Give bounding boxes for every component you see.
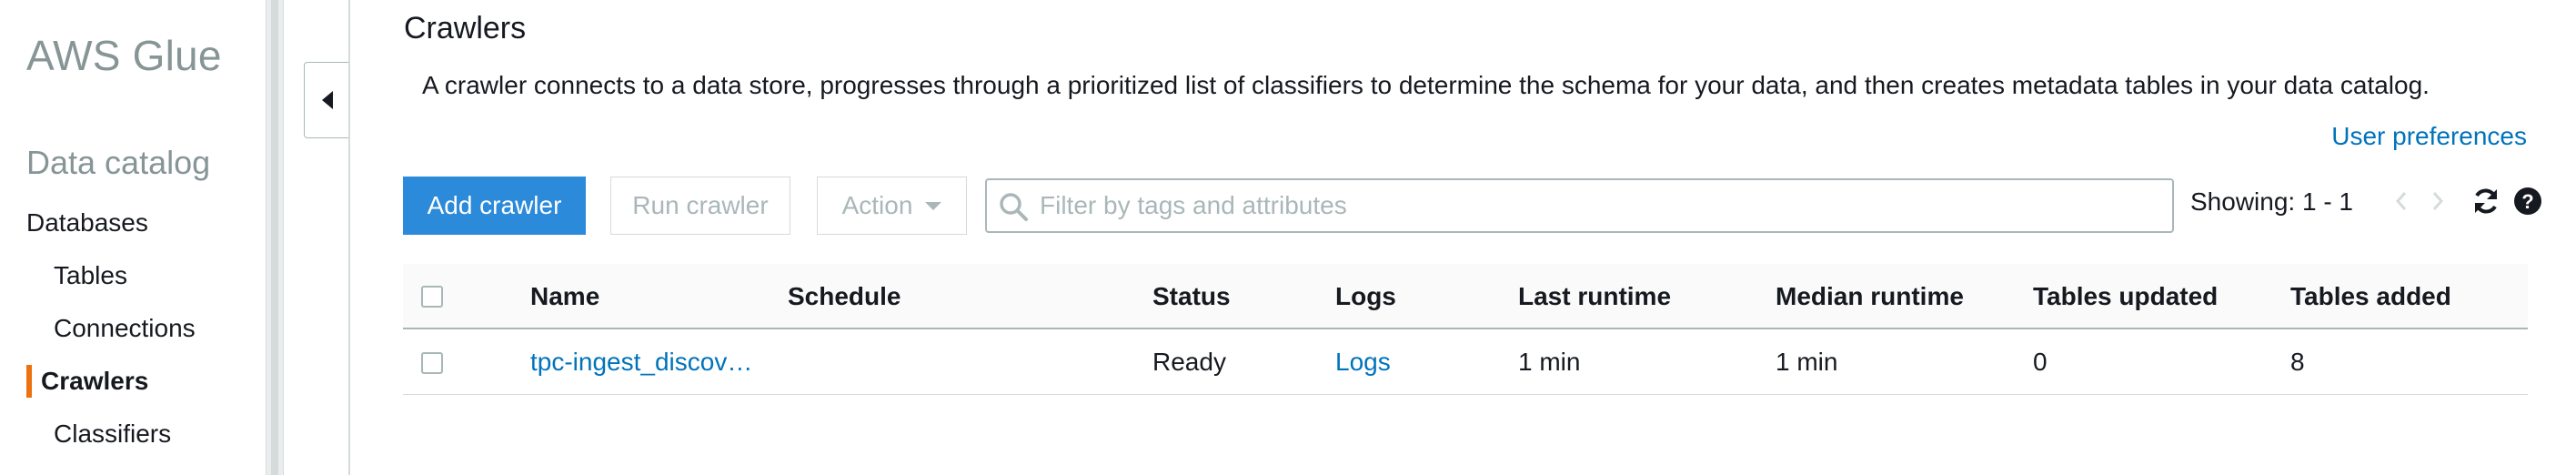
help-button[interactable]: ?: [2512, 186, 2543, 217]
select-all-checkbox[interactable]: [421, 286, 443, 308]
table-row[interactable]: tpc-ingest_discov… Ready Logs 1 min 1 mi…: [403, 331, 2528, 395]
column-header-tables-added[interactable]: Tables added: [2290, 282, 2451, 311]
app-title: AWS Glue: [26, 32, 222, 79]
search-input[interactable]: [1040, 180, 2158, 231]
cell-tables-updated: 0: [2033, 348, 2048, 376]
user-preferences-link[interactable]: User preferences: [2331, 122, 2527, 151]
active-indicator: [26, 365, 32, 398]
action-dropdown-label: Action: [841, 191, 913, 219]
help-icon: ?: [2514, 187, 2541, 215]
page-description: A crawler connects to a data store, prog…: [422, 71, 2430, 99]
sidebar-item-classifiers[interactable]: Classifiers: [54, 419, 171, 449]
column-header-logs[interactable]: Logs: [1335, 282, 1396, 311]
chevron-right-icon: [2432, 192, 2444, 210]
search-icon: [1000, 193, 1028, 221]
column-header-median-runtime[interactable]: Median runtime: [1776, 282, 1964, 311]
sidebar: AWS Glue Data catalog Databases Tables C…: [0, 0, 266, 475]
caret-down-icon: [925, 201, 942, 210]
chevron-left-icon: [321, 91, 333, 109]
logs-link[interactable]: Logs: [1335, 348, 1391, 377]
add-crawler-button[interactable]: Add crawler: [403, 177, 586, 235]
column-header-schedule[interactable]: Schedule: [788, 282, 901, 311]
previous-page-button[interactable]: [2394, 187, 2409, 222]
column-header-status[interactable]: Status: [1152, 282, 1231, 311]
sidebar-item-databases[interactable]: Databases: [26, 208, 148, 238]
svg-text:?: ?: [2521, 190, 2533, 213]
cell-last-runtime: 1 min: [1518, 348, 1581, 376]
collapse-sidebar-button[interactable]: [304, 62, 349, 138]
section-title-data-catalog: Data catalog: [26, 144, 211, 181]
table-header: Name Schedule Status Logs Last runtime M…: [403, 264, 2528, 329]
next-page-button[interactable]: [2430, 187, 2445, 222]
column-header-name[interactable]: Name: [530, 282, 599, 311]
run-crawler-button[interactable]: Run crawler: [610, 177, 790, 235]
cell-status: Ready: [1152, 348, 1226, 376]
refresh-icon: [2475, 188, 2497, 214]
search-box[interactable]: [985, 178, 2174, 233]
content-border: [348, 0, 350, 475]
sidebar-item-crawlers[interactable]: Crawlers: [41, 367, 148, 396]
action-dropdown[interactable]: Action: [817, 177, 967, 235]
cell-tables-added: 8: [2290, 348, 2305, 376]
chevron-left-icon: [2395, 192, 2407, 210]
page-title: Crawlers: [404, 11, 527, 45]
sidebar-divider[interactable]: [266, 0, 284, 475]
cell-median-runtime: 1 min: [1776, 348, 1838, 376]
crawler-name-link[interactable]: tpc-ingest_discov…: [530, 348, 752, 377]
column-header-last-runtime[interactable]: Last runtime: [1518, 282, 1671, 311]
refresh-button[interactable]: [2470, 186, 2501, 217]
sidebar-item-connections[interactable]: Connections: [54, 314, 196, 343]
column-header-tables-updated[interactable]: Tables updated: [2033, 282, 2218, 311]
sidebar-item-tables[interactable]: Tables: [54, 261, 127, 290]
row-checkbox[interactable]: [421, 352, 443, 374]
showing-count: Showing: 1 - 1: [2190, 187, 2353, 216]
